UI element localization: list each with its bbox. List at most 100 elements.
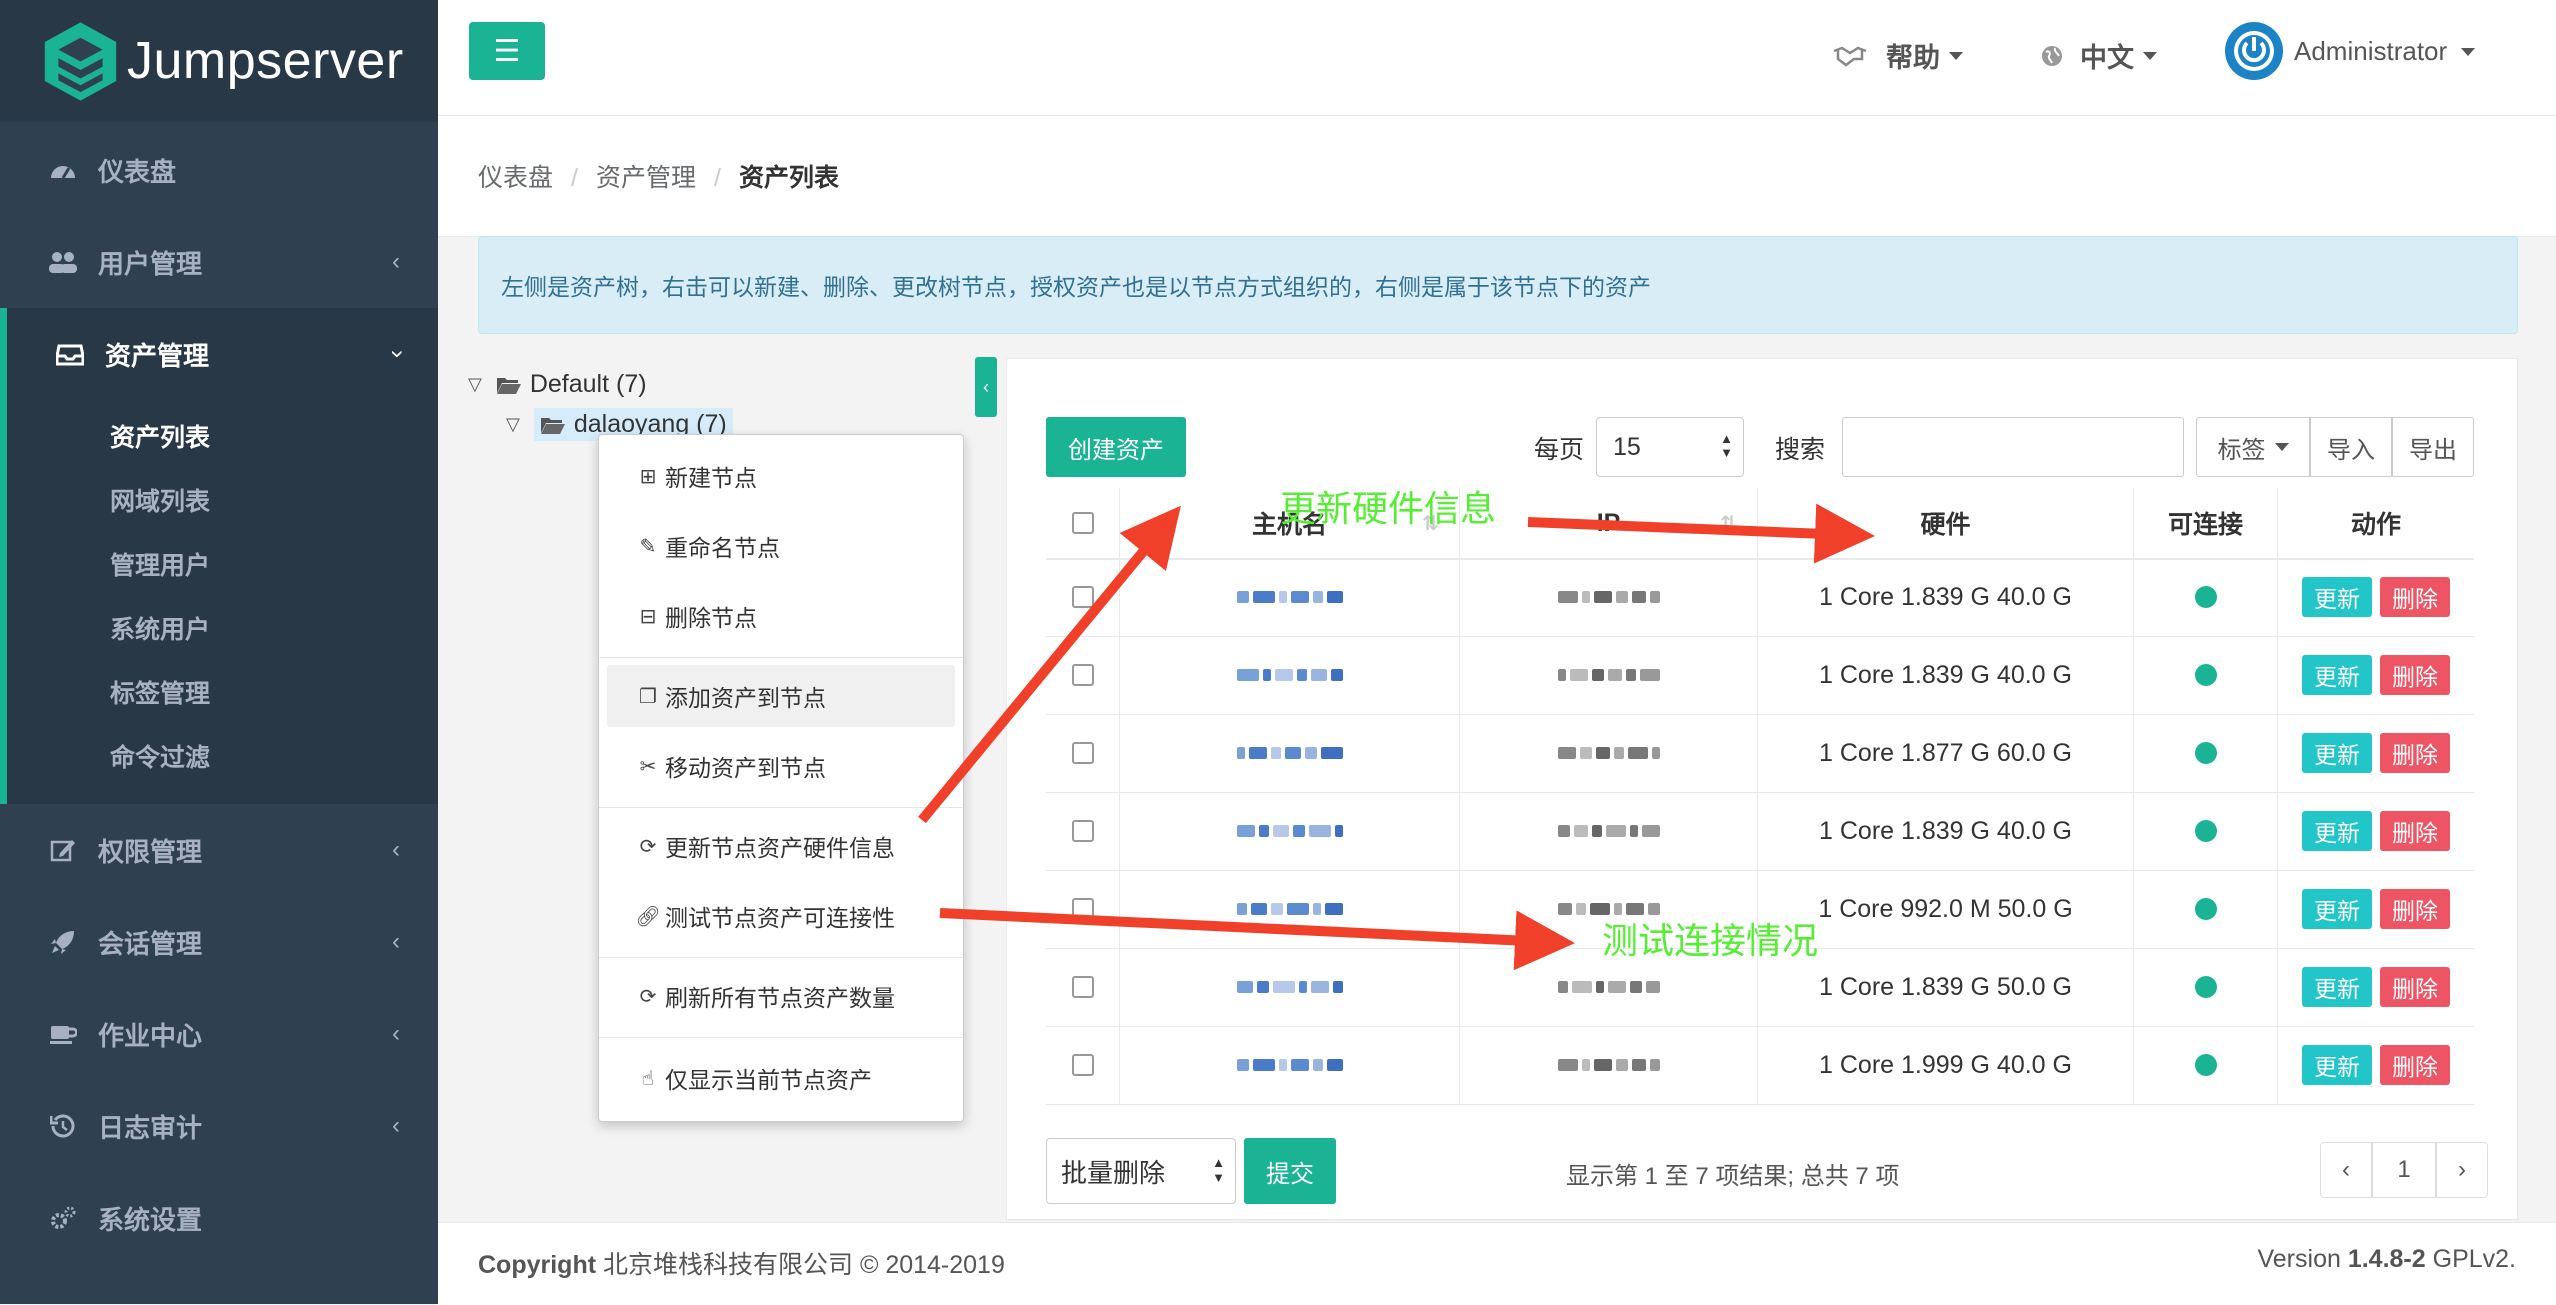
submit-button[interactable]: 提交 [1244, 1138, 1336, 1204]
status-online-dot [2194, 664, 2217, 686]
nav-settings[interactable]: 系统设置 [0, 1172, 438, 1264]
import-button[interactable]: 导入 [2310, 417, 2392, 477]
breadcrumb: 仪表盘 / 资产管理 / 资产列表 [478, 164, 839, 192]
update-button[interactable]: 更新 [2302, 655, 2372, 695]
delete-button[interactable]: 删除 [2380, 889, 2450, 929]
update-button[interactable]: 更新 [2302, 967, 2372, 1007]
subnav-command-filter[interactable]: 命令过滤 [110, 738, 210, 774]
row-checkbox[interactable] [1071, 586, 1094, 608]
chevron-left-icon: ‹ [392, 928, 400, 955]
actions-cell: 更新 删除 [2278, 870, 2474, 948]
per-page-select[interactable]: 15 ▲ ▼ [1596, 417, 1744, 477]
redacted-hostname [1236, 591, 1343, 603]
subnav-asset-list[interactable]: 资产列表 [110, 418, 210, 454]
row-checkbox[interactable] [1071, 820, 1094, 842]
refresh-icon: ⟳ [639, 985, 657, 1008]
rocket-icon [48, 927, 78, 957]
user-menu[interactable]: Administrator [2294, 36, 2476, 67]
logo[interactable]: Jumpserver [0, 0, 438, 122]
ctx-new-node[interactable]: ⊞ 新建节点 [637, 459, 757, 493]
connectable-cell [2134, 792, 2278, 870]
scissors-icon: ✂ [639, 755, 657, 778]
row-checkbox[interactable] [1071, 742, 1094, 764]
hostname-cell[interactable] [1120, 636, 1460, 714]
search-input[interactable] [1842, 417, 2184, 477]
create-asset-button[interactable]: 创建资产 [1046, 417, 1186, 477]
nav-audit[interactable]: 日志审计 ‹ [0, 1080, 438, 1172]
subnav-labels[interactable]: 标签管理 [110, 674, 210, 710]
row-checkbox-cell [1046, 1026, 1120, 1104]
update-button[interactable]: 更新 [2302, 889, 2372, 929]
header-ip-label: IP [1596, 508, 1621, 537]
subnav-system-users[interactable]: 系统用户 [110, 610, 210, 646]
minus-square-icon: ⊟ [639, 605, 657, 628]
hostname-cell[interactable] [1120, 870, 1460, 948]
delete-button[interactable]: 删除 [2380, 577, 2450, 617]
row-checkbox[interactable] [1071, 1054, 1094, 1076]
ctx-test-connectivity[interactable]: 🔗︎ 测试节点资产可连接性 [635, 899, 895, 933]
user-avatar[interactable] [2225, 22, 2283, 80]
redacted-ip [1557, 825, 1660, 837]
select-all-checkbox[interactable] [1071, 512, 1094, 534]
nav-permissions[interactable]: 权限管理 ‹ [0, 804, 438, 896]
ctx-delete-node[interactable]: ⊟ 删除节点 [637, 599, 757, 633]
row-checkbox[interactable] [1071, 976, 1094, 998]
copyright-label: Copyright [478, 1251, 597, 1279]
update-button[interactable]: 更新 [2302, 577, 2372, 617]
hostname-cell[interactable] [1120, 714, 1460, 792]
redacted-hostname [1236, 981, 1343, 993]
subnav-domain-list[interactable]: 网域列表 [110, 482, 210, 518]
header-hardware: 硬件 [1758, 488, 2134, 558]
redacted-ip [1557, 1059, 1660, 1071]
pager-prev-button[interactable]: ‹ [2320, 1142, 2372, 1198]
header-ip[interactable]: IP ⇅ [1460, 488, 1758, 558]
language-label: 中文 [2080, 43, 2134, 73]
nav-users[interactable]: 用户管理 ‹ [0, 216, 438, 308]
ctx-move-asset[interactable]: ✂ 移动资产到节点 [637, 749, 826, 783]
delete-button[interactable]: 删除 [2380, 967, 2450, 1007]
menu-toggle-button[interactable]: ☰ [469, 22, 545, 80]
labels-button-label: 标签 [2217, 436, 2266, 464]
nav-audit-label: 日志审计 [98, 1112, 203, 1143]
row-checkbox[interactable] [1071, 898, 1094, 920]
delete-button[interactable]: 删除 [2380, 1045, 2450, 1085]
update-button[interactable]: 更新 [2302, 1045, 2372, 1085]
delete-button[interactable]: 删除 [2380, 655, 2450, 695]
hostname-cell[interactable] [1120, 948, 1460, 1026]
nav-sessions[interactable]: 会话管理 ‹ [0, 896, 438, 988]
update-button[interactable]: 更新 [2302, 733, 2372, 773]
nav-jobs[interactable]: 作业中心 ‹ [0, 988, 438, 1080]
tree-expand-icon[interactable]: ▽ [468, 374, 482, 395]
help-menu[interactable]: 帮助 [1832, 36, 1963, 75]
delete-button[interactable]: 删除 [2380, 733, 2450, 773]
hostname-cell[interactable] [1120, 558, 1460, 636]
row-checkbox-cell [1046, 636, 1120, 714]
tree-expand-icon[interactable]: ▽ [506, 414, 520, 435]
hostname-cell[interactable] [1120, 792, 1460, 870]
pager-page-1[interactable]: 1 [2372, 1142, 2436, 1198]
ctx-show-current-only[interactable]: ☝ 仅显示当前节点资产 [637, 1061, 872, 1095]
nav-dashboard[interactable]: 仪表盘 [0, 124, 438, 216]
update-button[interactable]: 更新 [2302, 811, 2372, 851]
ctx-refresh-counts[interactable]: ⟳ 刷新所有节点资产数量 [637, 979, 895, 1013]
labels-dropdown-button[interactable]: 标签 [2196, 417, 2310, 477]
tree-collapse-button[interactable]: ‹ [975, 357, 997, 417]
bulk-action-select[interactable]: 批量删除 ▲ ▼ [1046, 1138, 1236, 1204]
pager-next-button[interactable]: › [2436, 1142, 2488, 1198]
row-checkbox-cell [1046, 792, 1120, 870]
nav-assets[interactable]: 资产管理 ‹ [0, 308, 438, 400]
status-online-dot [2194, 976, 2217, 998]
breadcrumb-home[interactable]: 仪表盘 [478, 164, 553, 192]
ctx-update-hardware[interactable]: ⟳ 更新节点资产硬件信息 [637, 829, 895, 863]
ctx-rename-node[interactable]: ✎ 重命名节点 [637, 529, 780, 563]
breadcrumb-section[interactable]: 资产管理 [596, 164, 696, 192]
export-button[interactable]: 导出 [2392, 417, 2474, 477]
language-menu[interactable]: 中文 [2040, 36, 2157, 75]
ctx-add-asset[interactable]: ❐ 添加资产到节点 [637, 679, 826, 713]
delete-button[interactable]: 删除 [2380, 811, 2450, 851]
subnav-admin-users[interactable]: 管理用户 [110, 546, 210, 582]
hostname-cell[interactable] [1120, 1026, 1460, 1104]
tree-node-root[interactable]: ▽ Default (7) [468, 370, 647, 399]
row-checkbox[interactable] [1071, 664, 1094, 686]
ctx-update-hardware-label: 更新节点资产硬件信息 [665, 835, 895, 861]
